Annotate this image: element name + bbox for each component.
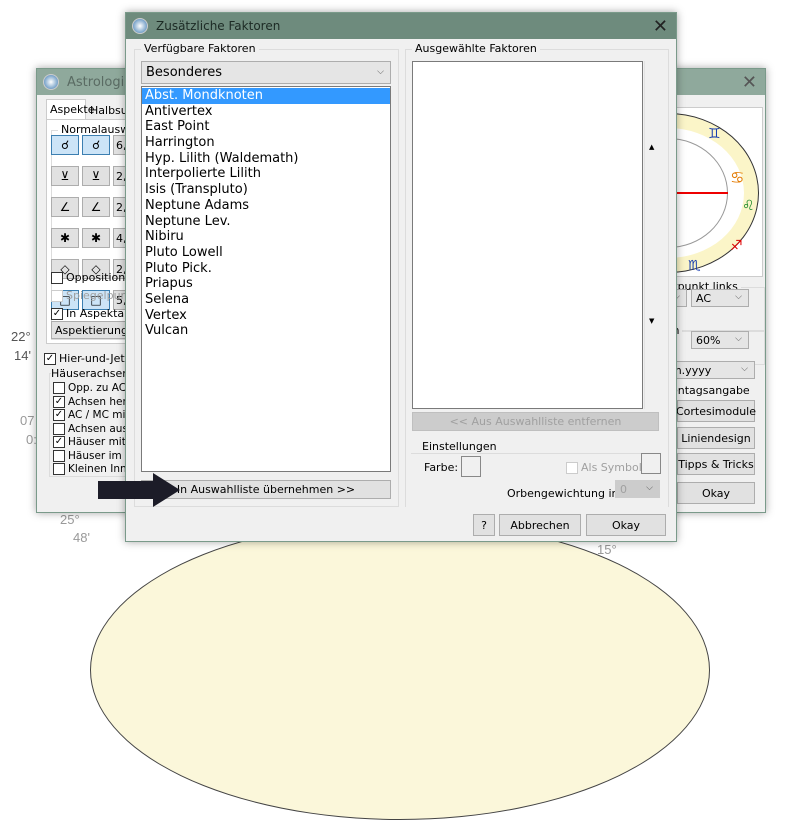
orb-weight-select[interactable]: 0 ⌵ (615, 480, 660, 498)
factor-list-item[interactable]: East Point (142, 119, 390, 135)
aspect-toggle[interactable]: ✱ (51, 228, 79, 248)
chart-degree: 14' (14, 348, 31, 363)
factor-list-item[interactable]: Neptune Adams (142, 198, 390, 214)
color-swatch[interactable] (461, 456, 481, 477)
tab-aspekte[interactable]: Aspekte (46, 99, 94, 119)
factor-list-item[interactable]: Hyp. Lilith (Waldemath) (142, 151, 390, 167)
factor-list-item[interactable]: Antivertex (142, 104, 390, 120)
factor-list-item[interactable]: Harrington (142, 135, 390, 151)
aspect-toggle[interactable]: ☌ (82, 135, 110, 155)
symbol-swatch[interactable] (641, 453, 661, 474)
factor-list-item[interactable]: Selena (142, 292, 390, 308)
aspect-toggle[interactable]: ⊻ (51, 166, 79, 186)
chart-preview: ♋ ♊ ♌ ♐ ♏ (667, 107, 763, 277)
close-icon[interactable]: ✕ (742, 72, 757, 93)
category-select[interactable]: Besonderes ⌵ (141, 61, 391, 84)
zoom-select[interactable]: 60% ⌵ (691, 331, 749, 349)
factor-list-item[interactable]: Vulcan (142, 323, 390, 339)
aspect-method-button[interactable]: Aspektierungsme (51, 321, 151, 339)
scroll-up-icon[interactable]: ▲ (649, 143, 654, 151)
dialog-titlebar: Zusätzliche Faktoren ✕ (126, 13, 676, 39)
scrollbar[interactable]: ▲ ▼ (644, 61, 659, 409)
liniendesign-button[interactable]: Liniendesign (677, 427, 755, 449)
chart-degree: 22° (11, 329, 31, 344)
selected-factors-list[interactable] (412, 61, 643, 409)
remove-from-selection-button[interactable]: << Aus Auswahlliste entfernen (412, 412, 659, 431)
aspect-toggle[interactable]: ∠ (82, 197, 110, 217)
zusaetzliche-faktoren-dialog: Zusätzliche Faktoren ✕ Verfügbare Faktor… (125, 12, 677, 542)
settings-label: Einstellungen (419, 440, 500, 453)
okay-button[interactable]: Okay (586, 514, 666, 536)
factor-list-item[interactable]: Interpolierte Lilith (142, 166, 390, 182)
tab-halbsum[interactable]: Halbsum (87, 101, 138, 119)
aspect-toggle[interactable]: ∠ (51, 197, 79, 217)
factor-list-item[interactable]: Pluto Pick. (142, 261, 390, 277)
as-symbol-checkbox[interactable]: Als Symbol (566, 461, 642, 474)
factor-list-item[interactable]: Vertex (142, 308, 390, 324)
available-factors-list[interactable]: Abst. Mondknoten Antivertex East Point Harr… (141, 86, 391, 472)
chart-degree: 48' (73, 530, 90, 545)
app-icon (132, 18, 148, 34)
help-button[interactable]: ? (473, 514, 495, 536)
aspect-toggle[interactable]: ✱ (82, 228, 110, 248)
close-icon[interactable]: ✕ (653, 16, 668, 37)
factor-list-item[interactable]: Isis (Transpluto) (142, 182, 390, 198)
color-label: Farbe: (424, 461, 459, 474)
factor-list-item[interactable]: Abst. Mondknoten (142, 88, 390, 104)
chart-degree: 25° (60, 512, 80, 527)
house-option-checkbox[interactable]: Opp. zu AC / (53, 382, 133, 394)
tipps-tricks-button[interactable]: Tipps & Tricks (677, 453, 755, 475)
aspect-toggle[interactable]: ⊻ (82, 166, 110, 186)
aspect-toggle[interactable]: ☌ (51, 135, 79, 155)
chart-wheel-edge (90, 520, 710, 820)
factor-list-item[interactable]: Pluto Lowell (142, 245, 390, 261)
factor-list-item[interactable]: Priapus (142, 276, 390, 292)
dialog-title: Zusätzliche Faktoren (156, 19, 281, 33)
cortesimodule-button[interactable]: Cortesimodule (676, 400, 756, 422)
startpunkt-select[interactable]: AC ⌵ (691, 289, 749, 307)
scroll-down-icon[interactable]: ▼ (649, 317, 654, 325)
factor-list-item[interactable]: Nibiru (142, 229, 390, 245)
cancel-button[interactable]: Abbrechen (499, 514, 581, 536)
main-okay-button[interactable]: Okay (677, 482, 755, 504)
tagesangabe-label: entagsangabe (671, 384, 750, 397)
chart-degree: 07 (20, 413, 35, 428)
pointer-arrow-icon (98, 473, 180, 507)
factor-list-item[interactable]: Neptune Lev. (142, 214, 390, 230)
app-icon (43, 74, 59, 90)
